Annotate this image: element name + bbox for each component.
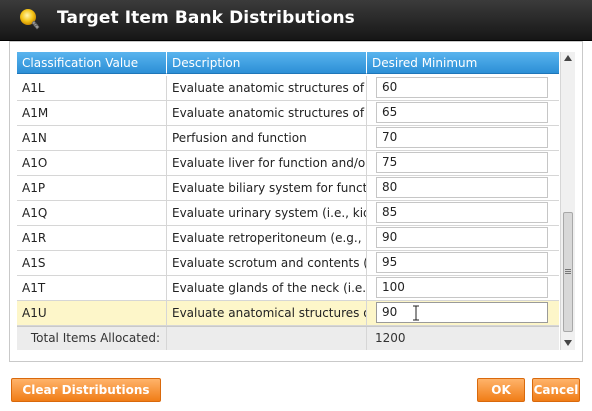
ok-button[interactable]: OK: [477, 378, 525, 402]
total-items-value: 1200: [375, 331, 406, 345]
desired-minimum-cell: 100: [367, 276, 559, 301]
description-cell: Evaluate anatomic structures of the: [167, 101, 367, 126]
table-row[interactable]: A1M Evaluate anatomic structures of the 65: [17, 101, 559, 126]
classification-cell: A1L: [17, 76, 167, 101]
classification-cell: A1U: [17, 301, 167, 326]
cancel-button[interactable]: Cancel: [532, 378, 580, 402]
totals-row: Total Items Allocated: 1200: [17, 326, 559, 350]
description-cell: Evaluate retroperitoneum (e.g., grea: [167, 226, 367, 251]
scrollbar-thumb[interactable]: [563, 212, 573, 332]
table-row[interactable]: A1N Perfusion and function 70: [17, 126, 559, 151]
desired-minimum-input[interactable]: 85: [376, 202, 548, 223]
desired-minimum-input[interactable]: 90: [376, 302, 548, 323]
title-bar: Target Item Bank Distributions: [0, 0, 592, 41]
distribution-grid: Classification Value Description Desired…: [17, 52, 559, 350]
table-row[interactable]: A1PEvaluate biliary system for function …: [17, 176, 559, 201]
desired-minimum-input[interactable]: 70: [376, 127, 548, 148]
column-header-desired-minimum[interactable]: Desired Minimum: [367, 52, 559, 74]
desired-minimum-cell: 85: [367, 201, 559, 226]
scroll-down-icon[interactable]: [564, 340, 572, 346]
table-row[interactable]: A1OEvaluate liver for function and/or pe…: [17, 151, 559, 176]
desired-minimum-input[interactable]: 80: [376, 177, 548, 198]
description-cell: Evaluate scrotum and contents (i.e.,: [167, 251, 367, 276]
desired-minimum-cell: 90: [367, 301, 559, 326]
desired-minimum-input[interactable]: 95: [376, 252, 548, 273]
clear-distributions-button[interactable]: Clear Distributions: [11, 378, 161, 402]
classification-cell: A1M: [17, 101, 167, 126]
text-cursor-icon: [413, 305, 419, 321]
total-items-label: Total Items Allocated:: [17, 327, 167, 350]
description-cell: Evaluate anatomic structures of the: [167, 76, 367, 101]
desired-minimum-input[interactable]: 60: [376, 77, 548, 98]
classification-cell: A1T: [17, 276, 167, 301]
description-cell: Evaluate glands of the neck (i.e., thy: [167, 276, 367, 301]
desired-minimum-cell: 80: [367, 176, 559, 201]
classification-cell: A1S: [17, 251, 167, 276]
table-row[interactable]: A1TEvaluate glands of the neck (i.e., th…: [17, 276, 559, 301]
description-cell: Evaluate urinary system (i.e., kidneys: [167, 201, 367, 226]
table-row[interactable]: A1REvaluate retroperitoneum (e.g., grea 9…: [17, 226, 559, 251]
desired-minimum-cell: 65: [367, 101, 559, 126]
desired-minimum-cell: 95: [367, 251, 559, 276]
description-cell: Evaluate liver for function and/or pe: [167, 151, 367, 176]
desired-minimum-input[interactable]: 65: [376, 102, 548, 123]
desired-minimum-input[interactable]: 75: [376, 152, 548, 173]
column-header-description[interactable]: Description: [167, 52, 367, 74]
table-row[interactable]: A1L Evaluate anatomic structures of the 60: [17, 76, 559, 101]
classification-cell: A1O: [17, 151, 167, 176]
desired-minimum-cell: 75: [367, 151, 559, 176]
totals-description-cell: [167, 327, 367, 350]
grip-icon: [565, 269, 571, 274]
classification-cell: A1R: [17, 226, 167, 251]
desired-minimum-cell: 90: [367, 226, 559, 251]
description-cell: Evaluate biliary system for function a: [167, 176, 367, 201]
description-cell: Evaluate anatomical structures of th: [167, 301, 367, 326]
classification-cell: A1N: [17, 126, 167, 151]
vertical-scrollbar[interactable]: [560, 52, 575, 350]
table-row[interactable]: A1UEvaluate anatomical structures of th 9…: [17, 301, 559, 326]
description-cell: Perfusion and function: [167, 126, 367, 151]
dialog-title: Target Item Bank Distributions: [57, 8, 355, 28]
classification-cell: A1P: [17, 176, 167, 201]
scroll-up-icon[interactable]: [564, 55, 572, 61]
column-header-classification[interactable]: Classification Value: [17, 52, 167, 74]
desired-minimum-cell: 70: [367, 126, 559, 151]
lightbulb-icon: [20, 9, 40, 30]
classification-cell: A1Q: [17, 201, 167, 226]
table-row[interactable]: A1QEvaluate urinary system (i.e., kidney…: [17, 201, 559, 226]
desired-minimum-input[interactable]: 90: [376, 227, 548, 248]
desired-minimum-cell: 60: [367, 76, 559, 101]
desired-minimum-input[interactable]: 100: [376, 277, 548, 298]
table-row[interactable]: A1SEvaluate scrotum and contents (i.e., 9…: [17, 251, 559, 276]
